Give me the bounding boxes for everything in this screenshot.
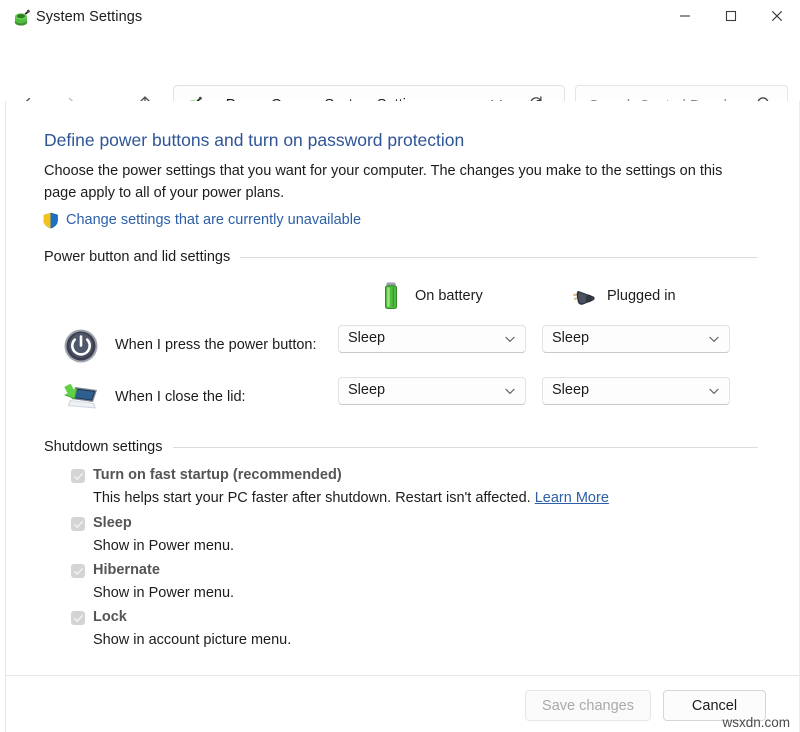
close-button[interactable] [754,0,800,36]
shutdown-option-sleep: Sleep Show in Power menu. [71,515,751,554]
uac-shield-icon [42,212,59,229]
close-icon [771,9,783,27]
setting-row-close-lid: When I close the lid: Sleep Sleep [62,377,742,421]
window-controls [662,0,800,36]
change-unavailable-settings-link[interactable]: Change settings that are currently unava… [42,210,361,230]
laptop-lid-icon [62,379,100,417]
checkbox-label: Sleep [93,515,132,531]
setting-label: When I close the lid: [115,389,246,405]
maximize-button[interactable] [708,0,754,36]
power-button-icon [62,327,100,365]
section-divider [173,447,759,448]
page-description: Choose the power settings that you want … [44,160,732,204]
column-header-label: Plugged in [607,288,676,304]
section-shutdown-settings: Shutdown settings [44,438,758,456]
section-power-button-and-lid: Power button and lid settings [44,248,758,266]
checkbox-row[interactable]: Hibernate [71,562,751,581]
power-button-plugged-in-select[interactable]: Sleep [542,325,730,353]
checkbox-description: Show in Power menu. [93,585,751,601]
power-options-icon [12,9,30,27]
checkbox-description: Show in account picture menu. [93,632,751,648]
window-title: System Settings [36,9,142,25]
checkbox-checked-icon[interactable] [71,517,85,531]
uac-link-label[interactable]: Change settings that are currently unava… [66,212,361,228]
description-text: This helps start your PC faster after sh… [93,490,535,506]
chevron-down-icon [503,332,517,346]
minimize-icon [679,9,691,27]
power-plug-icon [566,279,600,313]
checkbox-checked-icon[interactable] [71,564,85,578]
setting-label: When I press the power button: [115,337,317,353]
footer-bar: Save changes Cancel wsxdn.com [6,676,799,732]
minimize-button[interactable] [662,0,708,36]
close-lid-plugged-in-select[interactable]: Sleep [542,377,730,405]
checkbox-label: Hibernate [93,562,160,578]
setting-row-power-button: When I press the power button: Sleep Sle… [62,325,742,369]
checkbox-checked-icon[interactable] [71,611,85,625]
page-title: Define power buttons and turn on passwor… [44,130,464,151]
shutdown-option-fast-startup: Turn on fast startup (recommended) This … [71,467,751,506]
maximize-icon [725,9,737,27]
checkbox-row[interactable]: Turn on fast startup (recommended) [71,467,751,486]
checkbox-row[interactable]: Lock [71,609,751,628]
navigation-toolbar: « Power Op... › System Settings [0,36,800,101]
system-settings-window: System Settings [0,0,800,732]
column-header-label: On battery [415,288,483,304]
content-pane: Define power buttons and turn on passwor… [6,101,799,675]
power-button-on-battery-select[interactable]: Sleep [338,325,526,353]
title-bar: System Settings [0,0,800,36]
chevron-down-icon [707,332,721,346]
select-value: Sleep [348,330,385,346]
column-header-on-battery: On battery [374,279,483,313]
section-label: Shutdown settings [44,439,173,455]
checkbox-description: Show in Power menu. [93,538,751,554]
chevron-down-icon [707,384,721,398]
checkbox-checked-icon[interactable] [71,469,85,483]
save-changes-button[interactable]: Save changes [525,690,651,721]
select-value: Sleep [552,330,589,346]
select-value: Sleep [552,382,589,398]
shutdown-option-lock: Lock Show in account picture menu. [71,609,751,648]
watermark: wsxdn.com [722,715,790,730]
close-lid-on-battery-select[interactable]: Sleep [338,377,526,405]
checkbox-row[interactable]: Sleep [71,515,751,534]
checkbox-description: This helps start your PC faster after sh… [93,490,751,506]
shutdown-option-hibernate: Hibernate Show in Power menu. [71,562,751,601]
checkbox-label: Turn on fast startup (recommended) [93,467,342,483]
checkbox-label: Lock [93,609,127,625]
chevron-down-icon [503,384,517,398]
column-header-plugged-in: Plugged in [566,279,676,313]
select-value: Sleep [348,382,385,398]
battery-icon [374,279,408,313]
learn-more-link[interactable]: Learn More [535,490,609,506]
section-label: Power button and lid settings [44,249,240,265]
section-divider [240,257,758,258]
